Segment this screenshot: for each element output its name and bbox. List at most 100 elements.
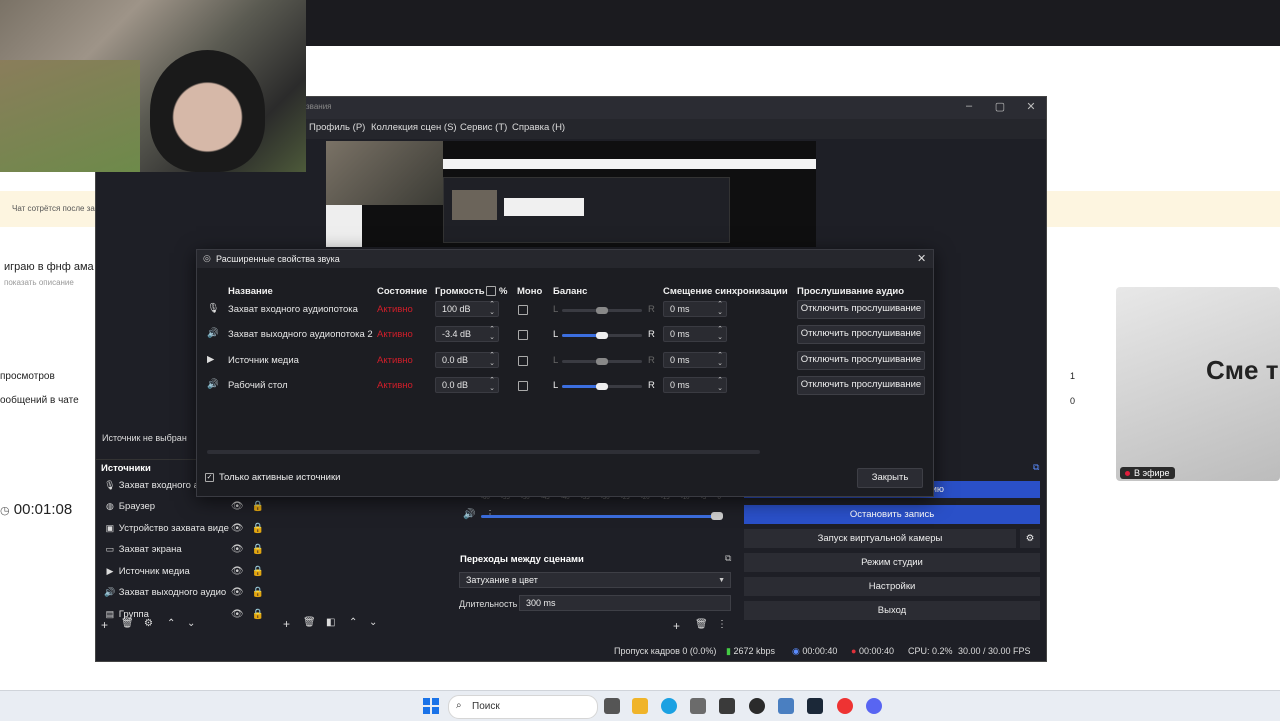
source-item[interactable]: ◍ Браузер 👁 🔒 [104,497,264,517]
volume-input[interactable]: 0.0 dB ⌃ ⌄ [435,376,499,393]
file-explorer-icon[interactable] [632,698,648,714]
volume-input[interactable]: -3.4 dB ⌃ ⌄ [435,326,499,343]
scene-up-icon[interactable]: ⌃ [349,617,357,628]
spin-arrows-icon[interactable]: ⌃ ⌄ [717,352,723,368]
menu-scene-collection[interactable]: Коллекция сцен (S) [371,122,457,133]
monitoring-select[interactable]: Отключить прослушивание [797,375,925,395]
mixer-volume-knob[interactable] [711,512,723,520]
start-icon[interactable] [423,698,439,714]
dock-float-icon[interactable]: ⧉ [725,553,731,564]
source-item[interactable]: ▣ Устройство захвата видео 👁 🔒 [104,518,264,538]
header-sync[interactable]: Смещение синхронизации [663,286,788,297]
transition-select[interactable]: Затухание в цвет ▼ [459,572,731,588]
maximize-icon[interactable]: ▢ [985,100,1015,113]
duration-input[interactable]: 300 ms [519,595,731,611]
exit-button[interactable]: Выход [744,601,1040,620]
monitoring-select[interactable]: Отключить прослушивание [797,300,925,319]
spin-arrows-icon[interactable]: ⌃ ⌄ [489,326,495,342]
spin-arrows-icon[interactable]: ⌃ ⌄ [489,301,495,317]
stop-recording-button[interactable]: Остановить запись [744,505,1040,524]
stream-preview[interactable]: Сме транс В эфире [1116,287,1280,481]
visibility-icon[interactable]: 👁 [231,566,244,577]
monitoring-select[interactable]: Отключить прослушивание [797,350,925,370]
transition-menu-icon[interactable]: ⋮ [717,619,727,630]
visibility-icon[interactable]: 👁 [231,501,244,512]
visibility-icon[interactable]: 👁 [231,523,244,534]
spin-arrows-icon[interactable]: ⌃ ⌄ [717,301,723,317]
only-active-checkbox[interactable]: ✓ [205,473,214,482]
header-name[interactable]: Название [228,286,273,297]
percent-checkbox[interactable] [486,286,496,296]
header-balance[interactable]: Баланс [553,286,587,297]
lock-icon[interactable]: 🔒 [252,609,264,620]
mixer-volume-slider[interactable] [481,515,717,518]
visibility-icon[interactable]: 👁 [231,544,244,555]
edge-icon[interactable] [661,698,677,714]
volume-input[interactable]: 100 dB ⌃ ⌄ [435,301,499,317]
app2-icon[interactable] [778,698,794,714]
scene-down-icon[interactable]: ⌄ [369,617,377,628]
store-icon[interactable] [719,698,735,714]
horizontal-scrollbar[interactable] [207,450,760,454]
sync-offset-input[interactable]: 0 ms ⌃ ⌄ [663,376,727,393]
spin-arrows-icon[interactable]: ⌃ ⌄ [717,326,723,342]
spin-arrows-icon[interactable]: ⌃ ⌄ [489,352,495,368]
close-button[interactable]: Закрыть [857,468,923,488]
virtual-camera-button[interactable]: Запуск виртуальной камеры [744,529,1016,548]
task-view-icon[interactable] [604,698,620,714]
balance-knob[interactable] [596,307,608,314]
studio-mode-button[interactable]: Режим студии [744,553,1040,572]
taskbar-search[interactable]: ⌕ Поиск [448,695,598,719]
header-mono[interactable]: Моно [517,286,542,297]
mixer-speaker-icon[interactable]: 🔊 [463,509,475,520]
balance-knob[interactable] [596,382,608,390]
virtual-camera-settings-icon[interactable]: ⚙ [1020,529,1040,548]
spin-arrows-icon[interactable]: ⌃ ⌄ [717,377,723,393]
volume-input[interactable]: 0.0 dB ⌃ ⌄ [435,351,499,368]
description-hint[interactable]: показать описание [4,278,74,287]
mono-checkbox[interactable] [518,380,528,391]
sync-offset-input[interactable]: 0 ms ⌃ ⌄ [663,351,727,368]
lock-icon[interactable]: 🔒 [252,587,264,598]
yandex-icon[interactable] [837,698,853,714]
mono-checkbox[interactable] [518,330,528,341]
lock-icon[interactable]: 🔒 [252,501,264,512]
sync-offset-input[interactable]: 0 ms ⌃ ⌄ [663,301,727,317]
header-volume[interactable]: Громкость [435,286,485,297]
close-icon[interactable]: ✕ [1016,100,1046,113]
discord-icon[interactable] [866,698,882,714]
delete-source-icon[interactable]: 🗑 [121,618,134,629]
mono-checkbox[interactable] [518,355,528,366]
lock-icon[interactable]: 🔒 [252,523,264,534]
header-status[interactable]: Состояние [377,286,427,297]
obs-taskbar-icon[interactable] [749,698,765,714]
scene-filter-icon[interactable]: ◧ [326,617,335,628]
source-item[interactable]: 🔊 Захват выходного аудио 👁 🔒 [104,583,264,603]
monitoring-select[interactable]: Отключить прослушивание [797,325,925,345]
balance-knob[interactable] [596,332,608,340]
mono-checkbox[interactable] [518,305,528,315]
dialog-close-icon[interactable]: ✕ [917,252,926,265]
spin-arrows-icon[interactable]: ⌃ ⌄ [489,377,495,393]
app-icon[interactable] [690,698,706,714]
menu-help[interactable]: Справка (H) [512,122,565,133]
steam-icon[interactable] [807,698,823,714]
sync-offset-input[interactable]: 0 ms ⌃ ⌄ [663,326,727,343]
program-preview[interactable] [326,141,816,247]
visibility-icon[interactable]: 👁 [231,609,244,620]
header-monitoring[interactable]: Прослушивание аудио [797,286,904,297]
menu-tools[interactable]: Сервис (T) [460,122,507,133]
balance-knob[interactable] [596,357,608,365]
add-source-icon[interactable]: + [101,618,108,632]
add-transition-icon[interactable]: + [673,619,680,633]
controls-float-icon[interactable]: ⧉ [1033,462,1039,473]
delete-scene-icon[interactable]: 🗑 [303,617,316,628]
source-item[interactable]: ▶ Источник медиа 👁 🔒 [104,561,264,581]
settings-button[interactable]: Настройки [744,577,1040,596]
source-settings-icon[interactable]: ⚙ [144,618,153,629]
lock-icon[interactable]: 🔒 [252,566,264,577]
visibility-icon[interactable]: 👁 [231,587,244,598]
minimize-icon[interactable]: – [954,100,984,112]
lock-icon[interactable]: 🔒 [252,544,264,555]
move-up-icon[interactable]: ⌃ [167,618,175,629]
